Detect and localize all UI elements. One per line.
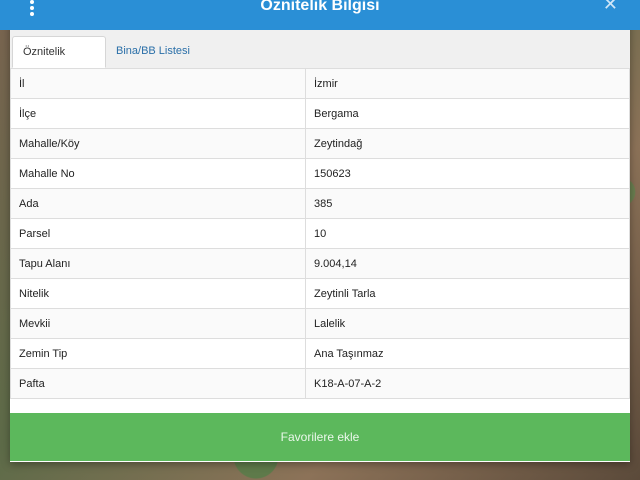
- attribute-value: İzmir: [305, 68, 630, 99]
- attribute-value: K18-A-07-A-2: [305, 368, 630, 399]
- attribute-value: Ana Taşınmaz: [305, 338, 630, 369]
- table-row: Zemin Tip Ana Taşınmaz: [10, 338, 630, 369]
- attribute-value: Zeytindağ: [305, 128, 630, 159]
- attribute-key: Tapu Alanı: [10, 248, 306, 279]
- attribute-key: Ada: [10, 188, 306, 219]
- table-row: İl İzmir: [10, 68, 630, 99]
- table-row: Parsel 10: [10, 218, 630, 249]
- attribute-key: Nitelik: [10, 278, 306, 309]
- attribute-value: Zeytinli Tarla: [305, 278, 630, 309]
- dialog-header: Öznitelik Bilgisi ✕: [0, 0, 640, 30]
- attribute-key: İl: [10, 68, 306, 99]
- table-row: Tapu Alanı 9.004,14: [10, 248, 630, 279]
- table-row: Mahalle/Köy Zeytindağ: [10, 128, 630, 159]
- attribute-dialog: Öznitelik Bilgisi ✕ Öznitelik Bilgisi Bi…: [0, 0, 640, 462]
- attribute-value: 385: [305, 188, 630, 219]
- attribute-key: Zemin Tip: [10, 338, 306, 369]
- attribute-value: 150623: [305, 158, 630, 189]
- add-to-favorites-button[interactable]: Favorilere ekle: [10, 413, 630, 461]
- table-row: İlçe Bergama: [10, 98, 630, 129]
- attribute-value: 9.004,14: [305, 248, 630, 279]
- attribute-key: Parsel: [10, 218, 306, 249]
- table-row: Mevkii Lalelik: [10, 308, 630, 339]
- attribute-key: Mahalle No: [10, 158, 306, 189]
- close-icon[interactable]: ✕: [603, 0, 618, 15]
- tab-bar: Öznitelik Bilgisi Bina/BB Listesi: [10, 30, 630, 88]
- table-row: Mahalle No 150623: [10, 158, 630, 189]
- table-row: Nitelik Zeytinli Tarla: [10, 278, 630, 309]
- attribute-key: Pafta: [10, 368, 306, 399]
- tab-attribute-info[interactable]: Öznitelik Bilgisi: [12, 36, 106, 88]
- table-row: Pafta K18-A-07-A-2: [10, 368, 630, 399]
- attribute-key: Mahalle/Köy: [10, 128, 306, 159]
- attribute-value: 10: [305, 218, 630, 249]
- attribute-key: İlçe: [10, 98, 306, 129]
- attribute-value: Lalelik: [305, 308, 630, 339]
- dialog-title: Öznitelik Bilgisi: [260, 0, 380, 14]
- tab-building-list[interactable]: Bina/BB Listesi: [106, 36, 200, 68]
- table-row: Ada 385: [10, 188, 630, 219]
- attribute-value: Bergama: [305, 98, 630, 129]
- attribute-key: Mevkii: [10, 308, 306, 339]
- attribute-table: İl İzmir İlçe Bergama Mahalle/Köy Zeytin…: [10, 68, 630, 399]
